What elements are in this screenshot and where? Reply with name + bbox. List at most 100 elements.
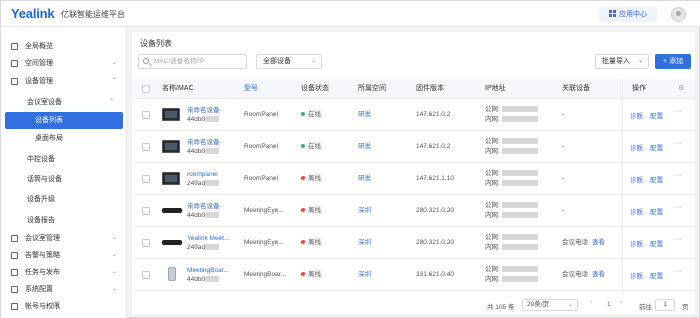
sidebar-item-alarm[interactable]: 告警与策略 ⌄ [1,247,127,264]
import-label: 批量导入 [602,58,630,65]
diagnose-button[interactable]: 诊断 [630,174,643,184]
space-link[interactable]: 深圳 [358,270,371,279]
redacted-ip [501,244,538,250]
config-button[interactable]: 配置 [650,270,663,280]
ip-public: 公网: [485,137,538,146]
space-link[interactable]: 研发 [358,142,371,151]
device-name-link[interactable]: 未命名设备 [187,138,220,147]
config-button[interactable]: 配置 [650,142,663,152]
more-icon[interactable]: ··· [674,140,683,147]
top-bar: Yealink 亿联智能运维平台 应用中心 [1,1,700,27]
add-device-button[interactable]: + 添加 [655,54,691,69]
alarm-icon [11,252,18,259]
ip-public: 公网: [485,105,538,114]
more-icon[interactable]: ··· [674,172,683,179]
ip-lan: 内网: [485,115,538,124]
settings-icon[interactable]: ⚙ [678,79,684,99]
device-name-link[interactable]: 未命名设备 [187,106,220,115]
sidebar-item-room[interactable]: 会议室管理 ⌄ [1,230,127,247]
status-dot [301,176,305,180]
row-checkbox[interactable] [142,239,150,247]
total-count: 共 105 条 [487,304,515,311]
col-model[interactable]: 型号 [244,79,258,99]
sidebar-item-mic[interactable]: 话筒与设备 [1,171,127,188]
space-link[interactable]: 研发 [358,110,371,119]
table-row[interactable]: 未命名设备 44db0 RoomPanel 在线 研发 147.621.0.2 公网: 内网:… [132,99,695,131]
linked-device: - [562,142,564,151]
chevron-down-icon: ⌄ [111,269,117,275]
firmware-version: 280.321.0.20 [416,239,454,246]
diagnose-button[interactable]: 诊断 [630,270,643,280]
linked-view-link[interactable]: 查看 [592,271,605,278]
device-model: RoomPanel [244,111,278,118]
space-link[interactable]: 研发 [358,174,371,183]
table-row[interactable]: 未命名设备 44db0 MeetingEye... 离线 深圳 280.321.0.20 公… [132,195,695,227]
row-checkbox[interactable] [142,111,150,119]
more-icon[interactable]: ··· [674,268,683,275]
sidebar-item-account[interactable]: 帐号与权限 [1,298,127,315]
table-row[interactable]: MeetingBoar... 44db0 MeetingBoar... 离线 深圳 331… [132,259,695,291]
more-icon[interactable]: ··· [674,204,683,211]
table-row[interactable]: Yealink Meet... 249ad MeetingEye... 离线 深圳 280… [132,227,695,259]
diagnose-button[interactable]: 诊断 [630,206,643,216]
sidebar-item-control[interactable]: 中控设备 [1,151,127,168]
main-panel: 设备列表 MAC/设备名称/IP 全部设备 ⌄ 批量导入 ⌄ + 添加 名称/M… [132,32,695,314]
diagnose-button[interactable]: 诊断 [630,238,643,248]
avatar[interactable] [671,7,686,22]
ip-lan: 内网: [485,179,538,188]
sidebar-item-desk-layout[interactable]: 桌面布局 [1,130,127,147]
config-button[interactable]: 配置 [650,206,663,216]
prev-page-button[interactable]: ‹ [590,299,592,306]
sidebar-item-overview[interactable]: 全局概览 [1,38,127,55]
status-dot [301,208,305,212]
row-checkbox[interactable] [142,143,150,151]
table-row[interactable]: 未命名设备 44db0 RoomPanel 在线 研发 147.621.0.2 公网: 内网:… [132,131,695,163]
config-button[interactable]: 配置 [650,174,663,184]
row-checkbox[interactable] [142,175,150,183]
sidebar-item-report[interactable]: 设备报告 [1,212,127,229]
device-name-link[interactable]: Yealink Meet... [187,234,229,243]
space-link[interactable]: 深圳 [358,206,371,215]
more-icon[interactable]: ··· [674,108,683,115]
sidebar-item-space[interactable]: 空间管理 ⌄ [1,55,127,72]
diagnose-button[interactable]: 诊断 [630,110,643,120]
device-filter-select[interactable]: 全部设备 ⌄ [256,54,322,69]
app-center-button[interactable]: 应用中心 [599,7,657,22]
table-row[interactable]: roompanel 249ad RoomPanel 离线 研发 147.621.1.10 公… [132,163,695,195]
device-name-link[interactable]: 未命名设备 [187,202,220,211]
device-name-link[interactable]: roompanel [187,170,218,179]
space-link[interactable]: 深圳 [358,238,371,247]
sidebar-item-label: 设备升级 [27,196,55,203]
goto-page-input[interactable]: 1 [655,299,675,311]
config-button[interactable]: 配置 [650,238,663,248]
more-icon[interactable]: ··· [674,236,683,243]
row-checkbox[interactable] [142,207,150,215]
device-name-link[interactable]: MeetingBoar... [187,266,229,275]
row-checkbox[interactable] [142,271,150,279]
sidebar-item-device-list[interactable]: 设备列表 [5,112,123,129]
status-dot [301,272,305,276]
diagnose-button[interactable]: 诊断 [630,142,643,152]
sidebar-item-upgrade[interactable]: 设备升级 [1,191,127,208]
device-mac: 44db0 [187,211,220,220]
sidebar-group-label: 会议室设备 [27,99,62,106]
next-page-button[interactable]: › [620,299,622,306]
page-suffix: 页 [682,304,689,311]
send-icon [11,269,18,276]
sidebar-item-task[interactable]: 任务与发布 ⌄ [1,264,127,281]
select-all-checkbox[interactable] [142,85,150,93]
filter-value: 全部设备 [263,58,291,65]
sidebar-item-label: 中控设备 [27,156,55,163]
linked-text: - [562,143,565,150]
page-1-button[interactable]: 1 [607,301,611,308]
import-dropdown[interactable]: 批量导入 ⌄ [595,54,649,69]
config-button[interactable]: 配置 [650,110,663,120]
page-size-select[interactable]: 20条/页 ⌄ [522,299,578,311]
sidebar-group-room-devices[interactable]: 会议室设备 ⌃ [1,94,127,111]
search-input[interactable]: MAC/设备名称/IP [138,54,247,69]
sidebar-item-system[interactable]: 系统配置 ⌄ [1,281,127,298]
sidebar-item-devices[interactable]: 设备管理 ⌃ [1,73,127,90]
sidebar-item-label: 系统配置 [25,286,53,293]
linked-view-link[interactable]: 查看 [592,239,605,246]
page-size-value: 20条/页 [527,301,550,308]
